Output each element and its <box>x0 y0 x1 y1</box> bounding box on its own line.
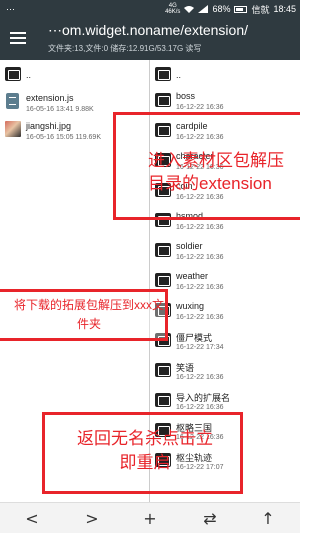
bottom-toolbar: < > + ⇄ ↑ <box>0 502 300 533</box>
status-bar: ⋯ 4G 46K/s 68% 信就 18:45 <box>0 0 300 18</box>
folder-icon <box>155 361 171 379</box>
list-item[interactable]: .. <box>0 62 150 92</box>
folder-name: 导入的扩展名 <box>176 393 231 403</box>
swap-panes-button[interactable]: ⇄ <box>200 509 220 529</box>
folder-icon <box>155 91 171 109</box>
annotation-text: 返回无名杀点击立即重启 <box>77 429 213 472</box>
folder-meta: 16-12-22 16:36 <box>176 224 224 231</box>
file-name: jiangshi.jpg <box>26 121 72 131</box>
battery-icon <box>234 5 248 13</box>
folder-icon <box>5 65 21 83</box>
file-name: extension.js <box>26 93 74 103</box>
folder-meta: 16-12-22 16:36 <box>176 254 224 261</box>
signal-icon <box>198 5 209 13</box>
folder-name: boss <box>176 91 196 101</box>
annotation-box-restart: 返回无名杀点击立即重启 <box>42 412 243 494</box>
file-icon <box>5 93 21 111</box>
folder-icon <box>155 271 171 289</box>
annotation-text: 进入素材区包解压 目录的extension <box>148 151 284 193</box>
folder-icon <box>155 241 171 259</box>
file-name: .. <box>26 70 32 80</box>
folder-meta: 16-12-22 16:36 <box>176 404 224 411</box>
folder-meta: 16-12-22 16:36 <box>176 314 224 321</box>
add-button[interactable]: + <box>140 509 160 529</box>
annotation-text: 将下载的拓展包解压到xxx文件夹 <box>14 298 165 331</box>
list-item[interactable]: wuxing 16-12-22 16:36 <box>150 298 300 328</box>
list-item[interactable]: 笑语 16-12-22 16:36 <box>150 358 300 388</box>
app-bar: ⋯om.widget.noname/extension/ 文件夹:13,文件:0… <box>0 18 300 60</box>
folder-meta: 16-12-22 16:36 <box>176 374 224 381</box>
folder-name: 笑语 <box>176 363 195 373</box>
carrier-name: 信就 <box>251 4 270 15</box>
list-item[interactable]: weather 16-12-22 16:36 <box>150 268 300 298</box>
hamburger-icon[interactable] <box>8 29 28 49</box>
wifi-icon <box>184 5 195 13</box>
annotation-box-extension: 进入素材区包解压 目录的extension <box>113 112 300 220</box>
back-button[interactable]: < <box>22 509 42 529</box>
status-right-group: 4G 46K/s 68% 信就 18:45 <box>165 0 296 18</box>
status-left-text: ⋯ <box>6 3 15 14</box>
file-meta: 16-05-16 15:05 119.69K <box>26 134 101 141</box>
folder-name: weather <box>176 271 209 281</box>
list-item[interactable]: 僵尸模式 16-12-22 17:34 <box>150 328 300 358</box>
folder-meta: 16-12-22 16:36 <box>176 104 224 111</box>
folder-icon <box>155 65 171 83</box>
image-thumbnail <box>5 121 21 139</box>
folder-meta: 16-12-22 16:36 <box>176 284 224 291</box>
battery-percent: 68% <box>212 4 231 14</box>
folder-name: .. <box>176 70 182 80</box>
folder-icon <box>155 391 171 409</box>
clock: 18:45 <box>273 4 296 14</box>
parent-dir-button[interactable]: ↑ <box>258 509 278 529</box>
network-speed: 4G 46K/s <box>165 3 181 15</box>
annotation-box-extract: 将下载的拓展包解压到xxx文件夹 <box>0 289 168 341</box>
path-title: ⋯om.widget.noname/extension/ <box>48 22 248 38</box>
folder-meta: 16-12-22 17:34 <box>176 344 224 351</box>
list-item[interactable]: soldier 16-12-22 16:36 <box>150 238 300 268</box>
folder-name: 僵尸模式 <box>176 333 213 343</box>
folder-name: soldier <box>176 241 203 251</box>
folder-name: wuxing <box>176 301 205 311</box>
storage-info: 文件夹:13,文件:0 储存:12.91G/53.17G 读写 <box>48 44 202 53</box>
forward-button[interactable]: > <box>82 509 102 529</box>
file-meta: 16-05-16 13:41 9.88K <box>26 106 94 113</box>
